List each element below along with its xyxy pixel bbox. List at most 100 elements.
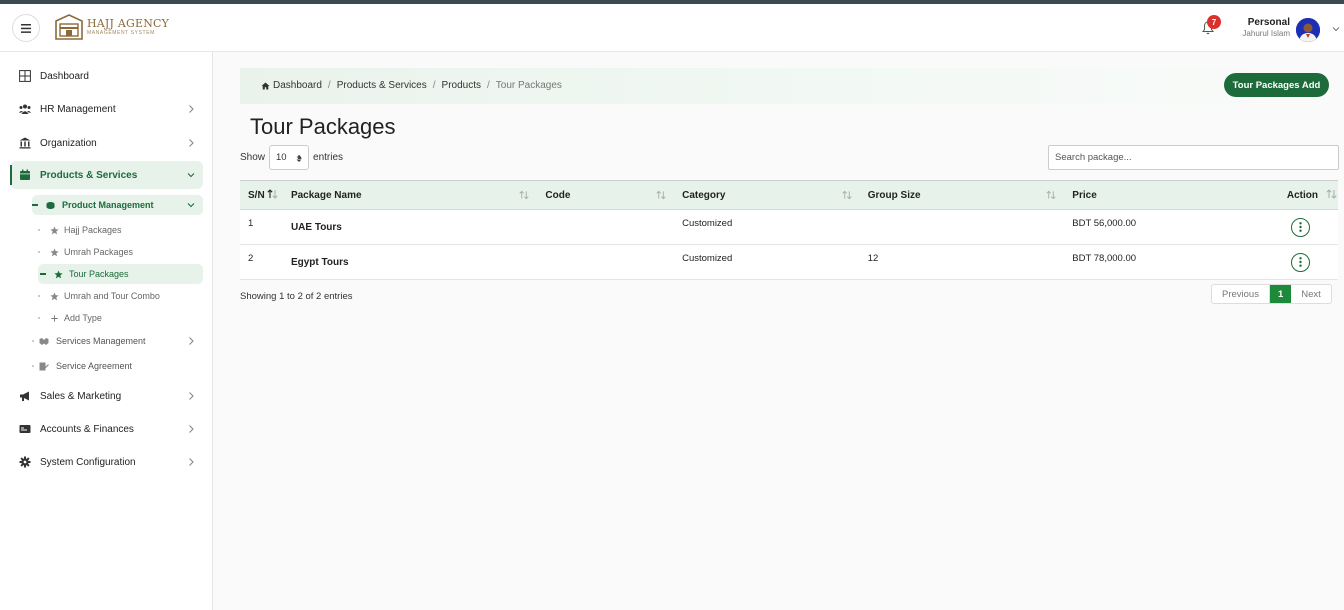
sidebar-item-dashboard[interactable]: Dashboard bbox=[10, 62, 203, 90]
column-label: Category bbox=[682, 189, 726, 201]
sidebar-item-label: Organization bbox=[40, 137, 97, 149]
sidebar-item-accounts-finances[interactable]: Accounts & Finances bbox=[10, 415, 203, 443]
chevron-right-icon bbox=[189, 425, 194, 433]
sidebar-item-label: HR Management bbox=[40, 103, 116, 115]
sidebar-item-umrah-tour-combo[interactable]: Umrah and Tour Combo bbox=[38, 286, 203, 306]
cell-package-name: Egypt Tours bbox=[282, 244, 538, 280]
calendar-icon bbox=[20, 169, 30, 180]
avatar[interactable] bbox=[1296, 18, 1320, 42]
chevron-right-icon bbox=[189, 337, 194, 345]
tree-dot bbox=[38, 317, 40, 319]
sidebar: Dashboard HR Management Organization Pro… bbox=[0, 52, 213, 610]
sort-icon bbox=[1326, 189, 1337, 199]
cell-sn: 2 bbox=[240, 244, 283, 280]
search-input[interactable] bbox=[1048, 145, 1339, 170]
sidebar-item-hr-management[interactable]: HR Management bbox=[10, 95, 203, 123]
star-icon bbox=[50, 247, 59, 256]
column-header-price[interactable]: Price bbox=[1064, 180, 1279, 210]
sidebar-item-label: Services Management bbox=[56, 336, 146, 346]
sort-asc-icon bbox=[267, 189, 278, 199]
breadcrumb-products[interactable]: Products bbox=[442, 80, 481, 91]
cell-price: BDT 78,000.00 bbox=[1064, 244, 1279, 280]
previous-page-button[interactable]: Previous bbox=[1212, 285, 1270, 303]
kaaba-logo-icon bbox=[55, 14, 83, 40]
column-label: Package Name bbox=[290, 189, 362, 201]
chevron-right-icon bbox=[189, 458, 194, 466]
breadcrumb-current: Tour Packages bbox=[495, 80, 562, 91]
updown-icon bbox=[296, 155, 302, 162]
column-header-action[interactable]: Action bbox=[1278, 180, 1338, 210]
gear-icon bbox=[19, 456, 31, 468]
cell-price: BDT 56,000.00 bbox=[1064, 209, 1279, 245]
cell-code bbox=[537, 244, 675, 280]
grid-icon bbox=[19, 70, 31, 82]
sidebar-item-label: Accounts & Finances bbox=[40, 423, 134, 435]
entries-value: 10 bbox=[276, 152, 287, 163]
breadcrumb-separator: / bbox=[327, 80, 331, 91]
sidebar-item-label: Service Agreement bbox=[56, 361, 133, 371]
user-photo-icon bbox=[1296, 18, 1320, 42]
cell-code bbox=[537, 209, 675, 245]
app-logo[interactable]: HAJJ AGENCY MANAGEMENT SYSTEM bbox=[54, 12, 169, 42]
tour-packages-table: S/N Package Name Code Category Group Siz… bbox=[240, 180, 1338, 280]
column-label: Price bbox=[1072, 189, 1097, 201]
breadcrumb: Dashboard / Products & Services / Produc… bbox=[240, 68, 1338, 104]
sidebar-leaf-label: Umrah Packages bbox=[64, 247, 134, 257]
tree-dash bbox=[40, 273, 46, 275]
cell-group-size: 12 bbox=[859, 244, 1065, 280]
tree-dot bbox=[38, 229, 40, 231]
sidebar-item-services-management[interactable]: Services Management bbox=[32, 331, 203, 351]
cube-icon bbox=[46, 201, 55, 209]
menu-toggle-button[interactable] bbox=[12, 14, 40, 42]
user-role: Personal bbox=[1247, 17, 1290, 28]
show-label: Show bbox=[240, 152, 266, 163]
home-icon bbox=[261, 82, 270, 89]
megaphone-icon bbox=[20, 391, 29, 401]
card-icon bbox=[19, 425, 31, 433]
sidebar-item-products-services[interactable]: Products & Services bbox=[10, 161, 203, 189]
column-header-group-size[interactable]: Group Size bbox=[859, 180, 1065, 210]
user-name: Jahurul Islam bbox=[1242, 29, 1290, 38]
page-1-button[interactable]: 1 bbox=[1269, 285, 1292, 303]
sidebar-leaf-label: Add Type bbox=[64, 313, 102, 323]
column-header-code[interactable]: Code bbox=[537, 180, 675, 210]
column-header-sn[interactable]: S/N bbox=[240, 180, 283, 210]
sidebar-item-sales-marketing[interactable]: Sales & Marketing bbox=[10, 382, 203, 410]
tree-dash bbox=[32, 204, 38, 206]
sidebar-item-organization[interactable]: Organization bbox=[10, 129, 203, 157]
sidebar-item-product-management[interactable]: Product Management bbox=[32, 195, 203, 215]
sidebar-leaf-label: Hajj Packages bbox=[64, 225, 122, 235]
sidebar-item-label: Products & Services bbox=[40, 169, 138, 181]
entries-select[interactable]: 10 ▲ bbox=[269, 145, 310, 170]
sidebar-item-system-configuration[interactable]: System Configuration bbox=[10, 448, 203, 476]
cell-sn: 1 bbox=[240, 209, 283, 245]
tour-packages-add-button[interactable]: Tour Packages Add bbox=[1224, 73, 1329, 97]
breadcrumb-products-services[interactable]: Products & Services bbox=[337, 80, 427, 91]
sidebar-item-umrah-packages[interactable]: Umrah Packages bbox=[38, 242, 203, 262]
cell-category: Customized bbox=[674, 209, 860, 245]
next-page-button[interactable]: Next bbox=[1291, 285, 1331, 303]
sidebar-item-hajj-packages[interactable]: Hajj Packages bbox=[38, 220, 203, 240]
row-actions-button[interactable] bbox=[1290, 252, 1310, 272]
chevron-down-icon bbox=[187, 203, 195, 208]
breadcrumb-dashboard[interactable]: Dashboard bbox=[273, 80, 322, 91]
sidebar-item-tour-packages[interactable]: Tour Packages bbox=[38, 264, 203, 284]
breadcrumb-separator: / bbox=[432, 80, 436, 91]
file-signature-icon bbox=[39, 362, 49, 370]
table-header-row: S/N Package Name Code Category Group Siz… bbox=[240, 180, 1338, 210]
column-header-package-name[interactable]: Package Name bbox=[282, 180, 538, 210]
ellipsis-vertical-icon bbox=[1299, 257, 1302, 267]
sidebar-item-add-type[interactable]: Add Type bbox=[38, 308, 203, 328]
chevron-down-icon[interactable] bbox=[1332, 25, 1340, 33]
column-label: S/N bbox=[248, 189, 265, 201]
star-icon bbox=[54, 269, 63, 278]
cell-package-name: UAE Tours bbox=[282, 209, 538, 245]
plus-icon bbox=[51, 314, 58, 322]
logo-subtitle: MANAGEMENT SYSTEM bbox=[87, 30, 155, 36]
sidebar-item-service-agreement[interactable]: Service Agreement bbox=[32, 356, 203, 376]
sort-icon bbox=[1046, 190, 1056, 200]
row-actions-button[interactable] bbox=[1290, 217, 1310, 237]
table-info: Showing 1 to 2 of 2 entries bbox=[240, 291, 353, 302]
column-header-category[interactable]: Category bbox=[674, 180, 860, 210]
pagination: Previous 1 Next bbox=[1211, 284, 1332, 304]
